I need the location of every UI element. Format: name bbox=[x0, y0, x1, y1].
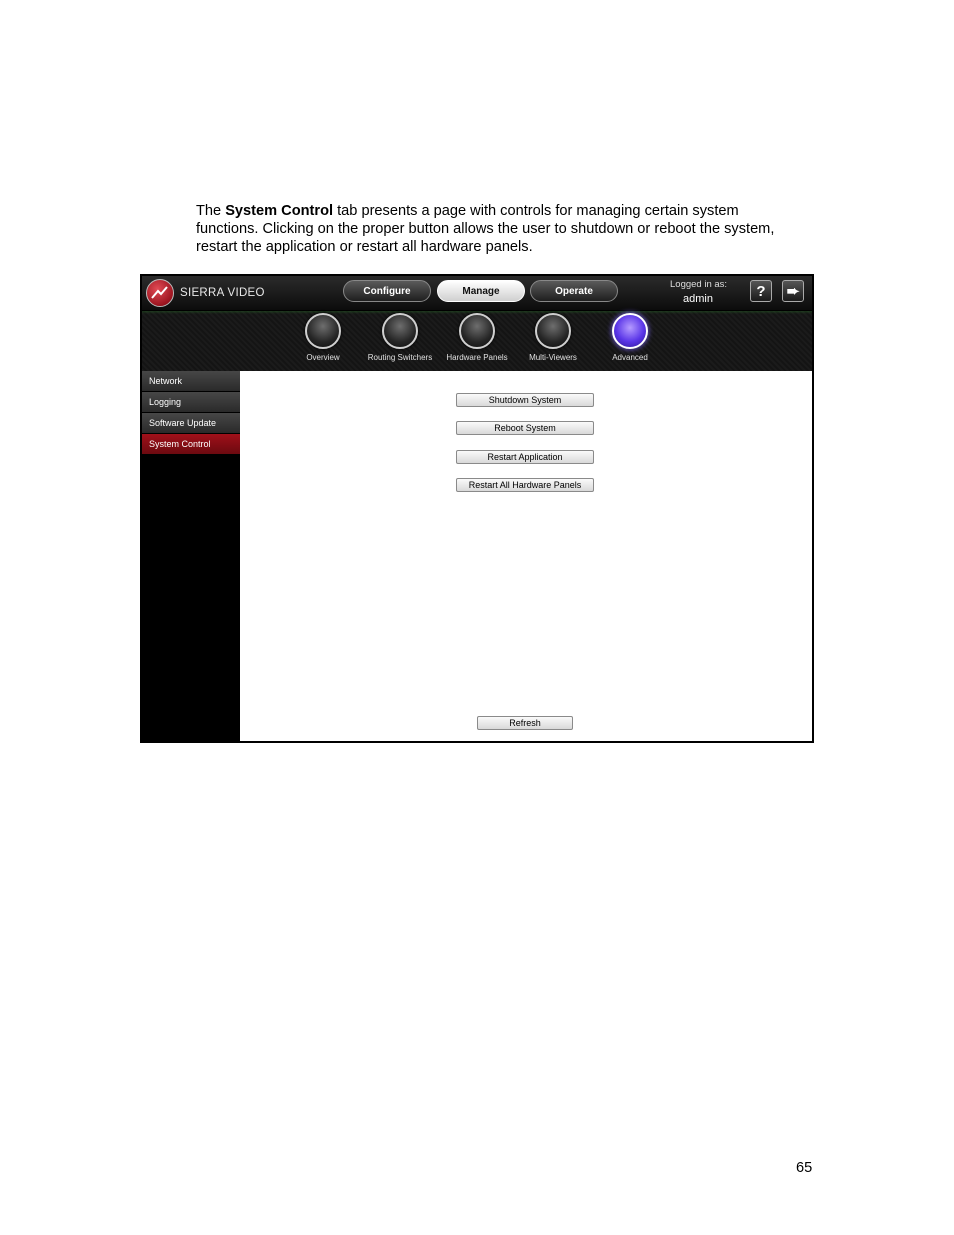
module-label: Routing Switchers bbox=[367, 353, 433, 362]
system-control-emphasis: System Control bbox=[225, 203, 334, 219]
sidebar: Network Logging Software Update System C… bbox=[142, 371, 240, 741]
nav-tab-manage[interactable]: Manage bbox=[437, 280, 525, 302]
page-number: 65 bbox=[796, 1160, 813, 1176]
restart-all-hardware-panels-button[interactable]: Restart All Hardware Panels bbox=[456, 478, 594, 492]
refresh-button[interactable]: Refresh bbox=[477, 716, 573, 730]
intro-paragraph: The System Control tab presents a page w… bbox=[196, 203, 775, 255]
module-label: Overview bbox=[306, 353, 340, 362]
sidebar-item-network[interactable]: Network bbox=[142, 371, 240, 391]
brand-name: SIERRA VIDEO bbox=[180, 287, 265, 299]
system-control-panel: Shutdown System Reboot System Restart Ap… bbox=[240, 371, 812, 741]
username: admin bbox=[683, 293, 713, 305]
module-overview[interactable]: Overview bbox=[283, 313, 363, 362]
help-icon[interactable]: ? bbox=[750, 280, 772, 302]
overview-orb-icon bbox=[305, 313, 341, 349]
logged-in-label: Logged in as: bbox=[670, 279, 728, 290]
sidebar-item-system-control[interactable]: System Control bbox=[142, 434, 240, 454]
app-screenshot: SIERRA VIDEO Configure Manage Operate Lo… bbox=[140, 274, 814, 743]
module-routing-switchers[interactable]: Routing Switchers bbox=[360, 313, 440, 362]
module-label: Multi-Viewers bbox=[529, 353, 577, 362]
reboot-system-button[interactable]: Reboot System bbox=[456, 421, 594, 435]
module-hardware-panels[interactable]: Hardware Panels bbox=[437, 313, 517, 362]
module-multi-viewers[interactable]: Multi-Viewers bbox=[513, 313, 593, 362]
nav-tab-configure[interactable]: Configure bbox=[343, 280, 431, 302]
sidebar-item-logging[interactable]: Logging bbox=[142, 392, 240, 412]
module-icon-strip: Overview Routing Switchers Hardware Pane… bbox=[142, 311, 812, 371]
routing-switchers-orb-icon bbox=[382, 313, 418, 349]
nav-tab-operate[interactable]: Operate bbox=[530, 280, 618, 302]
advanced-orb-icon bbox=[612, 313, 648, 349]
shutdown-system-button[interactable]: Shutdown System bbox=[456, 393, 594, 407]
module-advanced[interactable]: Advanced bbox=[590, 313, 670, 362]
sierra-video-logo-icon bbox=[146, 279, 174, 307]
multi-viewers-orb-icon bbox=[535, 313, 571, 349]
hardware-panels-orb-icon bbox=[459, 313, 495, 349]
sidebar-item-software-update[interactable]: Software Update bbox=[142, 413, 240, 433]
top-bar: SIERRA VIDEO Configure Manage Operate Lo… bbox=[142, 276, 812, 311]
module-label: Advanced bbox=[612, 353, 648, 362]
module-label: Hardware Panels bbox=[446, 353, 508, 362]
restart-application-button[interactable]: Restart Application bbox=[456, 450, 594, 464]
logout-icon[interactable]: ➨ bbox=[782, 280, 804, 302]
